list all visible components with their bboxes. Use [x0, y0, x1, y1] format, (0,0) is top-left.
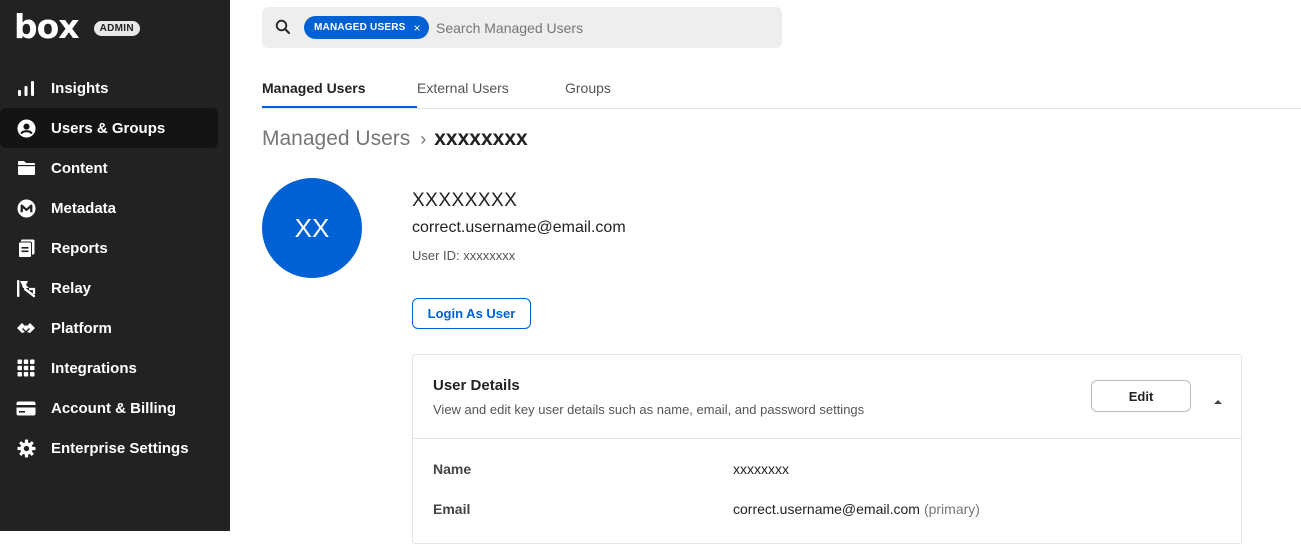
- user-details-header: User Details View and edit key user deta…: [413, 355, 1241, 439]
- sidebar-item-label: Metadata: [51, 199, 117, 217]
- platform-icon: [16, 318, 36, 338]
- search-input[interactable]: [436, 17, 766, 39]
- edit-button[interactable]: Edit: [1091, 380, 1191, 412]
- bar-chart-icon: [16, 78, 36, 98]
- caret-up-icon[interactable]: [1213, 393, 1223, 404]
- user-details-title: User Details: [433, 377, 520, 394]
- user-email: correct.username@email.com: [412, 219, 626, 236]
- tab-managed-users[interactable]: Managed Users: [262, 80, 365, 96]
- breadcrumb-current: xxxxxxxx: [434, 127, 528, 150]
- breadcrumb: Managed Users › xxxxxxxx: [262, 127, 528, 151]
- user-details-subtitle: View and edit key user details such as n…: [433, 402, 865, 417]
- sidebar-nav: Insights Users & Groups Content Metadata…: [0, 68, 230, 468]
- detail-row-email: Email correct.username@email.com (primary…: [433, 501, 1213, 521]
- main-content: MANAGED USERS × Managed Users External U…: [230, 0, 1301, 544]
- detail-value-text: correct.username@email.com: [733, 501, 920, 517]
- detail-value: xxxxxxxx: [733, 461, 789, 477]
- detail-label: Email: [433, 501, 471, 517]
- user-circle-icon: [16, 118, 36, 138]
- relay-icon: [16, 278, 36, 298]
- sidebar-item-integrations[interactable]: Integrations: [0, 348, 218, 388]
- sidebar-item-label: Relay: [51, 279, 92, 297]
- credit-card-icon: [16, 398, 36, 418]
- close-icon[interactable]: ×: [414, 21, 421, 35]
- avatar: XX: [262, 178, 362, 278]
- sidebar: box ADMIN Insights Users & Groups Conten…: [0, 0, 230, 531]
- chevron-right-icon: ›: [420, 128, 427, 149]
- sidebar-item-label: Platform: [51, 319, 112, 337]
- breadcrumb-root-link[interactable]: Managed Users: [262, 127, 410, 151]
- search-icon: [275, 19, 291, 35]
- box-logo[interactable]: box ADMIN: [14, 10, 140, 44]
- tab-groups[interactable]: Groups: [565, 80, 611, 96]
- sidebar-item-users-groups[interactable]: Users & Groups: [0, 108, 218, 148]
- sidebar-item-label: Users & Groups: [51, 119, 166, 137]
- grid-icon: [16, 358, 36, 378]
- admin-badge: ADMIN: [93, 21, 140, 36]
- sidebar-item-label: Reports: [51, 239, 108, 257]
- detail-label: Name: [433, 461, 472, 477]
- search-bar[interactable]: MANAGED USERS ×: [262, 7, 782, 48]
- sidebar-item-label: Content: [51, 159, 108, 177]
- sidebar-item-enterprise-settings[interactable]: Enterprise Settings: [0, 428, 218, 468]
- primary-note: (primary): [923, 501, 980, 517]
- detail-value: correct.username@email.com (primary): [733, 501, 980, 517]
- logo-wordmark: box: [14, 7, 80, 46]
- sidebar-item-account-billing[interactable]: Account & Billing: [0, 388, 218, 428]
- user-name: XXXXXXXX: [412, 190, 518, 211]
- sidebar-item-label: Enterprise Settings: [51, 439, 189, 457]
- sidebar-item-content[interactable]: Content: [0, 148, 218, 188]
- sidebar-item-metadata[interactable]: Metadata: [0, 188, 218, 228]
- gear-icon: [16, 438, 36, 458]
- sidebar-item-label: Account & Billing: [51, 399, 176, 417]
- sidebar-item-platform[interactable]: Platform: [0, 308, 218, 348]
- sidebar-item-label: Insights: [51, 79, 109, 97]
- user-details-card: User Details View and edit key user deta…: [412, 354, 1242, 544]
- search-filter-pill-label: MANAGED USERS: [314, 22, 406, 33]
- detail-row-name: Name xxxxxxxx: [433, 461, 1213, 481]
- reports-icon: [16, 238, 36, 258]
- tab-bar: Managed Users External Users Groups: [262, 71, 1301, 109]
- active-tab-indicator: [262, 106, 417, 108]
- sidebar-item-label: Integrations: [51, 359, 137, 377]
- search-filter-pill[interactable]: MANAGED USERS ×: [304, 16, 429, 39]
- user-id: User ID: xxxxxxxx: [412, 248, 516, 263]
- sidebar-item-relay[interactable]: Relay: [0, 268, 218, 308]
- folder-icon: [16, 158, 36, 178]
- tab-external-users[interactable]: External Users: [417, 80, 509, 96]
- sidebar-item-insights[interactable]: Insights: [0, 68, 218, 108]
- detail-value-text: xxxxxxxx: [733, 461, 789, 477]
- login-as-user-button[interactable]: Login As User: [412, 298, 531, 329]
- metadata-icon: [16, 198, 36, 218]
- sidebar-item-reports[interactable]: Reports: [0, 228, 218, 268]
